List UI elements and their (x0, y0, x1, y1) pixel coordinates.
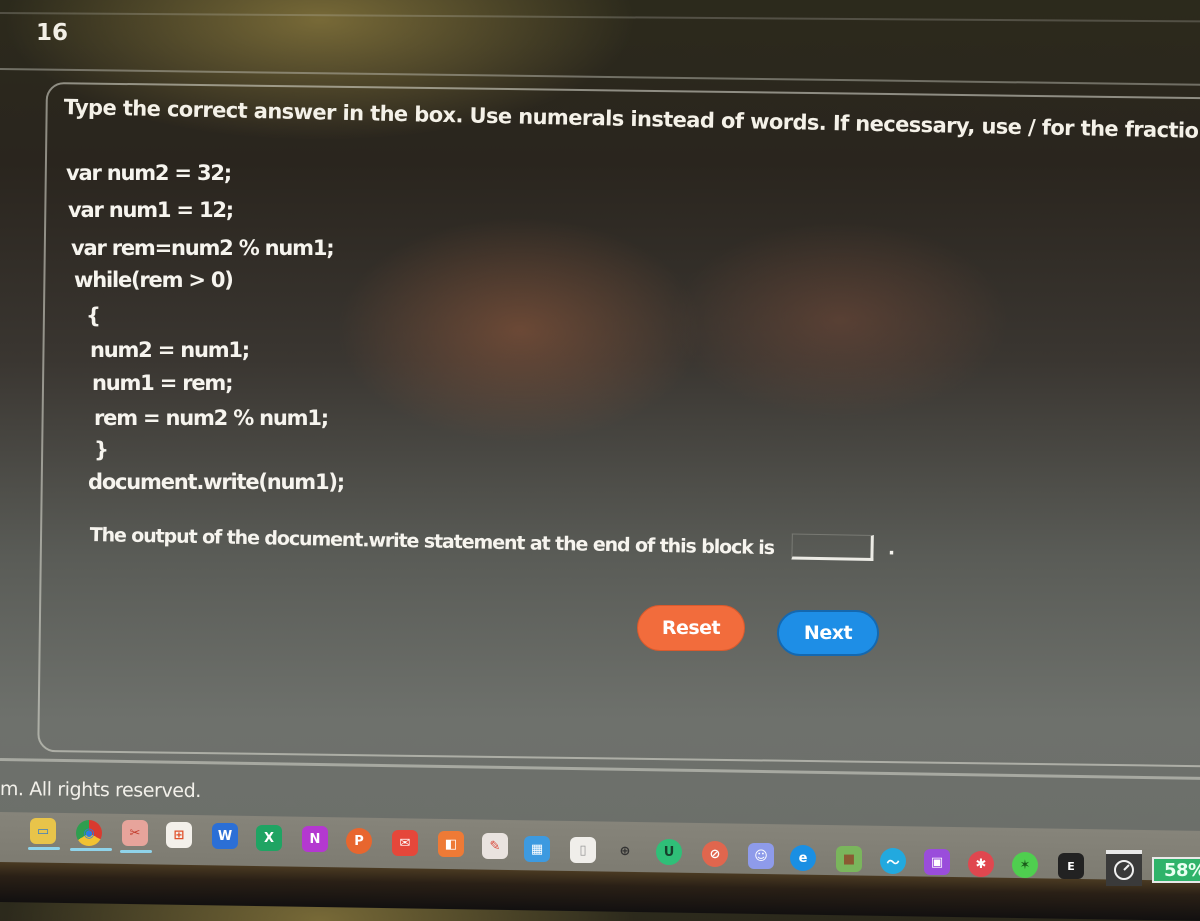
answer-trailing-period: . (887, 537, 895, 560)
microsoft-store-icon[interactable]: ⊞ (166, 822, 192, 848)
battery-indicator[interactable]: 58% (1152, 857, 1200, 883)
file-explorer-running-indicator (28, 847, 60, 850)
paint-icon[interactable]: ✎ (482, 833, 508, 859)
app-green-circle-icon[interactable]: U (656, 839, 682, 865)
code-line: rem = num2 % num1; (94, 406, 329, 430)
snipping-tool-running-indicator (120, 850, 152, 853)
code-line: num2 = num1; (90, 338, 250, 362)
file-explorer-icon[interactable]: ▭ (30, 818, 56, 844)
epic-games-icon[interactable]: E (1058, 853, 1084, 879)
onenote-icon[interactable]: N (302, 826, 328, 852)
screen: 16 Type the correct answer in the box. U… (0, 0, 1200, 921)
app-blue-wave-icon[interactable]: 〜 (880, 848, 906, 874)
reset-button[interactable]: Reset (637, 605, 745, 651)
tray-speedometer-app[interactable] (1106, 850, 1142, 886)
network-tool-icon[interactable]: ⊕ (612, 838, 638, 864)
notepad-icon[interactable]: ▯ (570, 837, 596, 863)
code-line: num1 = rem; (92, 371, 233, 395)
code-line: while(rem > 0) (74, 268, 234, 292)
question-number: 16 (36, 20, 69, 46)
answer-input[interactable] (791, 533, 875, 562)
calendar-icon[interactable]: ▦ (524, 836, 550, 862)
app-red-gear-icon[interactable]: ✱ (968, 851, 994, 877)
next-button[interactable]: Next (777, 610, 879, 656)
chrome-running-indicator (70, 848, 112, 851)
code-line: var num1 = 12; (68, 198, 234, 222)
code-line: var num2 = 32; (66, 161, 232, 185)
chrome-icon[interactable]: ◉ (76, 820, 102, 846)
minecraft-icon[interactable]: ■ (836, 846, 862, 872)
code-line: } (94, 438, 109, 462)
excel-icon[interactable]: X (256, 825, 282, 851)
razer-icon[interactable]: ✶ (1012, 852, 1038, 878)
snipping-tool-icon[interactable]: ✂ (122, 820, 148, 846)
powerpoint-icon[interactable]: P (346, 828, 372, 854)
speedometer-icon (1114, 860, 1134, 880)
discord-icon[interactable]: ☺ (748, 843, 774, 869)
app-orange-icon[interactable]: ◧ (438, 831, 464, 857)
app-blocked-icon[interactable]: ⊘ (702, 841, 728, 867)
mail-icon[interactable]: ✉ (392, 830, 418, 856)
edge-icon[interactable]: e (790, 845, 816, 871)
code-line: { (86, 304, 101, 328)
code-line: document.write(num1); (88, 470, 345, 494)
copyright-text: m. All rights reserved. (0, 778, 202, 803)
twitch-icon[interactable]: ▣ (924, 849, 950, 875)
word-icon[interactable]: W (212, 823, 238, 849)
header-divider-top (0, 12, 1200, 23)
code-line: var rem=num2 % num1; (71, 236, 335, 260)
